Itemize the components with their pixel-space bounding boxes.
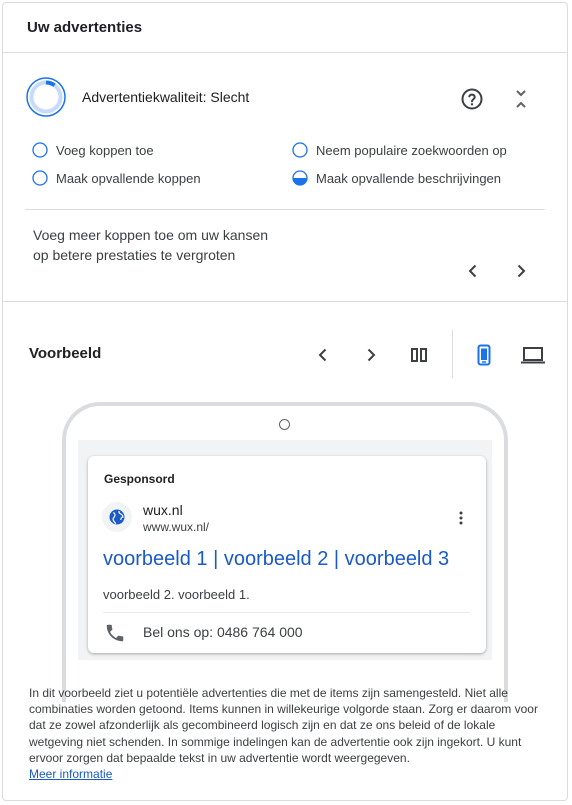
tip-label: Neem populaire zoekwoorden op (316, 142, 507, 158)
divider (103, 612, 470, 613)
tip-label: Maak opvallende beschrijvingen (316, 170, 502, 186)
tip-status-empty-icon (32, 170, 48, 186)
tip-label: Voeg koppen toe (56, 142, 154, 158)
tip-add-headlines: Voeg koppen toe (32, 142, 154, 158)
learn-more-link[interactable]: Meer informatie (29, 767, 112, 781)
disclaimer: In dit voorbeeld ziet u potentiële adver… (29, 685, 545, 782)
smartphone-icon[interactable] (472, 343, 496, 367)
help-circle-icon[interactable] (460, 87, 484, 111)
disclaimer-text: In dit voorbeeld ziet u potentiële adver… (29, 686, 538, 765)
tip-status-empty-icon (292, 142, 308, 158)
ad-quality-label: Advertentiekwaliteit: Slecht (82, 89, 250, 105)
site-name: wux.nl (143, 502, 183, 518)
collapse-icon[interactable] (509, 87, 533, 111)
call-extension-text: Bel ons op: 0486 764 000 (143, 624, 303, 640)
tip-striking-headlines: Maak opvallende koppen (32, 170, 201, 186)
chevron-right-icon[interactable] (359, 343, 383, 367)
suggestion-text: Voeg meer koppen toe om uw kansen op bet… (33, 227, 269, 263)
globe-icon (109, 509, 125, 525)
ad-quality-gauge-icon (26, 77, 66, 117)
chevron-right-icon[interactable] (509, 259, 533, 283)
phone-icon (106, 624, 124, 642)
tip-status-empty-icon (32, 142, 48, 158)
panel-title: Uw advertenties (27, 19, 143, 36)
columns-icon[interactable] (407, 343, 431, 367)
more-vert-icon[interactable] (453, 510, 469, 526)
ad-description: voorbeeld 2. voorbeeld 1. (103, 587, 250, 602)
toolbar-divider (452, 330, 453, 378)
ad-preview-card: Gesponsord wux.nl www.wux.nl/ voorbeeld … (88, 456, 486, 653)
tip-striking-descriptions: Maak opvallende beschrijvingen (292, 170, 501, 186)
sponsored-label: Gesponsord (104, 472, 175, 486)
phone-camera (279, 419, 290, 430)
divider (3, 301, 567, 302)
preview-title: Voorbeeld (29, 345, 102, 362)
ad-headline[interactable]: voorbeeld 1 | voorbeeld 2 | voorbeeld 3 (103, 548, 449, 571)
tip-label: Maak opvallende koppen (56, 170, 201, 186)
panel-header: Uw advertenties (3, 3, 567, 53)
site-url: www.wux.nl/ (143, 520, 210, 534)
tip-popular-keywords: Neem populaire zoekwoorden op (292, 142, 507, 158)
tip-status-half-icon (292, 170, 308, 186)
chevron-left-icon[interactable] (461, 259, 485, 283)
ads-panel: Uw advertenties Advertentiekwaliteit: Sl… (2, 2, 568, 801)
globe-icon (102, 502, 132, 532)
chevron-left-icon[interactable] (311, 343, 335, 367)
laptop-icon[interactable] (520, 343, 546, 367)
divider (25, 209, 545, 210)
